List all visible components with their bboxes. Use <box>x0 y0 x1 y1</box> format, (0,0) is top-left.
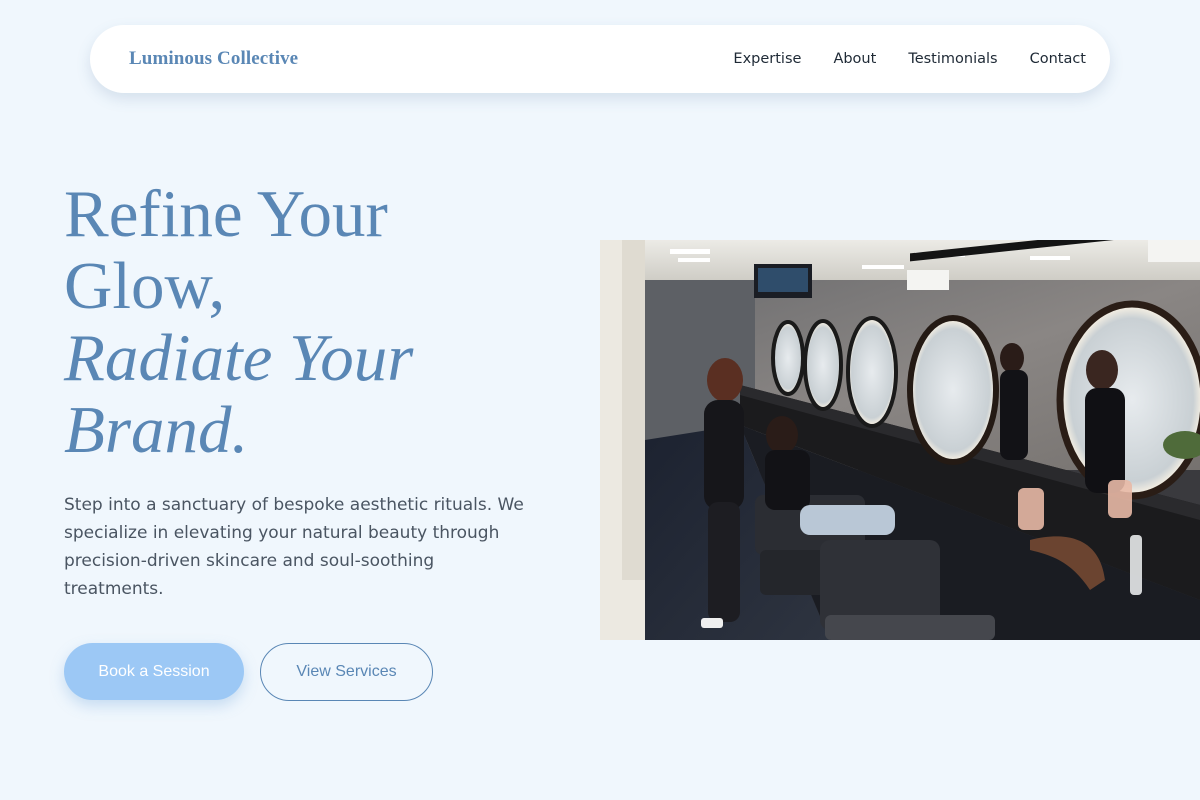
headline-line-1: Refine Your <box>64 177 388 251</box>
nav-link-about[interactable]: About <box>833 51 876 67</box>
nav-link-testimonials[interactable]: Testimonials <box>908 51 997 67</box>
hero-headline: Refine Your Glow, Radiate Your Brand. <box>64 178 584 466</box>
nav-link-contact[interactable]: Contact <box>1030 51 1086 67</box>
nav-link-expertise[interactable]: Expertise <box>733 51 801 67</box>
view-services-button[interactable]: View Services <box>260 643 433 701</box>
top-nav: Luminous Collective Expertise About Test… <box>90 25 1110 93</box>
nav-links: Expertise About Testimonials Contact <box>733 51 1086 67</box>
headline-line-4: Brand. <box>64 393 249 467</box>
salon-photo <box>600 240 1200 640</box>
headline-line-3: Radiate Your <box>64 321 414 395</box>
brand-logo[interactable]: Luminous Collective <box>129 48 298 70</box>
hero-description: Step into a sanctuary of bespoke aesthet… <box>64 495 524 599</box>
headline-line-2: Glow, <box>64 249 226 323</box>
book-session-button[interactable]: Book a Session <box>64 643 244 700</box>
